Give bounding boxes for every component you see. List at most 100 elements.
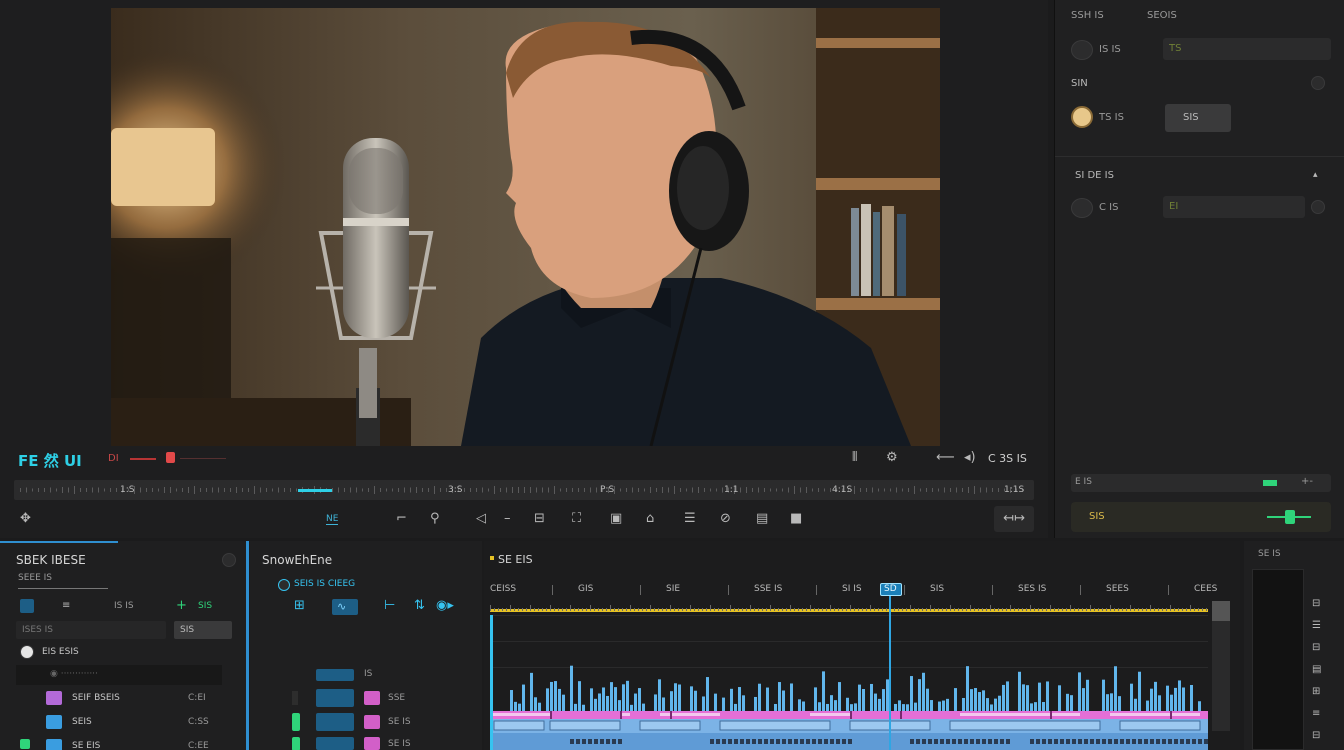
trim-icon[interactable]: ⌐ <box>396 512 407 526</box>
crop-icon[interactable]: ⛶ <box>572 512 581 526</box>
snap-icon[interactable]: ✥ <box>20 512 31 526</box>
audio-clip-lower[interactable] <box>490 733 1208 750</box>
tool-icon-7[interactable]: ⊟ <box>1312 729 1320 743</box>
timeline-ruler-label: SSE IS <box>754 584 783 594</box>
color-swatch-icon[interactable] <box>1071 106 1093 128</box>
list-icon[interactable]: ☰ <box>684 512 696 526</box>
media-tool-label-2[interactable]: SIS <box>198 601 212 611</box>
expand-button[interactable]: ↤↦ <box>994 506 1034 532</box>
wave-button[interactable]: ∿ <box>332 599 358 615</box>
record-icon[interactable] <box>166 452 175 463</box>
audio-clip-blue[interactable] <box>490 719 1208 733</box>
row1-label: IS IS <box>1099 44 1121 55</box>
reset-icon[interactable] <box>1311 200 1325 214</box>
tool-icon-5[interactable]: ⊞ <box>1312 685 1320 699</box>
track-enable-icon[interactable] <box>292 737 300 750</box>
timeline-playhead[interactable] <box>889 596 891 750</box>
timeline-in-marker[interactable] <box>490 615 493 750</box>
panel-resize-handle[interactable] <box>246 541 249 750</box>
audio-bar-handle[interactable] <box>1285 510 1295 524</box>
folder-icon[interactable] <box>20 645 34 659</box>
gear-icon[interactable]: ⚙ <box>886 451 898 465</box>
viewer-panel: FE 然 UI DI ⫴ ⚙ ⟵ ◂) C 3S IS 1:S 3:S P:S … <box>0 0 1048 538</box>
tool-icon-3[interactable]: ⊟ <box>1312 641 1320 655</box>
media-settings-icon[interactable] <box>222 553 236 567</box>
tool-icon-4[interactable]: ▤ <box>1312 663 1321 677</box>
track-enable-icon[interactable] <box>292 713 300 731</box>
check-icon[interactable] <box>20 739 30 749</box>
link-icon[interactable]: ⊘ <box>720 512 731 526</box>
pin-icon[interactable]: ⚲ <box>430 512 440 526</box>
track-color-icon[interactable] <box>364 737 380 750</box>
timeline-title[interactable]: SE EIS <box>498 553 533 566</box>
clock-icon[interactable] <box>1071 198 1093 218</box>
track-button[interactable] <box>316 713 354 731</box>
row2-button[interactable]: SIS <box>1165 104 1231 132</box>
track-button[interactable] <box>316 737 354 750</box>
media-title[interactable]: SBEK IBESE <box>16 553 86 567</box>
home-icon[interactable]: ⌂ <box>646 512 654 526</box>
ruler-separator <box>1168 585 1169 595</box>
split-icon[interactable]: ⫴ <box>852 451 857 465</box>
clip-thumb-icon <box>46 715 62 729</box>
row1-field[interactable]: TS <box>1163 38 1331 60</box>
effects-title[interactable]: SnowEhEne <box>262 553 332 567</box>
audio-waveform[interactable] <box>490 651 1208 711</box>
level-plus-icon[interactable]: +‑ <box>1301 476 1313 487</box>
effects-add-icon[interactable] <box>278 579 290 591</box>
play-circle-icon[interactable]: ◉▸ <box>436 599 454 613</box>
minus-icon[interactable]: – <box>504 512 511 526</box>
media-list-item[interactable]: SEIF BSEIS C:EI <box>16 689 236 709</box>
timeline-playhead-handle[interactable]: SD <box>880 583 902 596</box>
add-icon[interactable]: + <box>176 599 187 613</box>
rewind-icon[interactable]: ◁ <box>476 512 486 526</box>
list-view-icon[interactable]: ≡ <box>62 599 70 613</box>
help-icon[interactable] <box>1311 76 1325 90</box>
audio-clip-pink[interactable] <box>490 711 1208 719</box>
inspector-header-left[interactable]: SSH IS <box>1071 10 1104 21</box>
frame-icon[interactable]: ▣ <box>610 512 622 526</box>
effects-row-label: IS <box>364 669 373 679</box>
track-button[interactable] <box>316 689 354 707</box>
media-tool-label-1[interactable]: IS IS <box>114 601 134 611</box>
level-indicator <box>1263 480 1277 486</box>
marker-icon[interactable]: ⊞ <box>294 599 305 613</box>
row3-field[interactable]: EI <box>1163 196 1305 218</box>
tool-icon-6[interactable]: ≡ <box>1312 707 1320 721</box>
tool-icon-1[interactable]: ⊟ <box>1312 597 1320 611</box>
folder-label[interactable]: EIS ESIS <box>42 647 79 657</box>
settings-icon[interactable] <box>1071 40 1093 60</box>
bed-icon[interactable]: ⊟ <box>534 512 545 526</box>
cut-icon[interactable]: ⊢ <box>384 599 395 613</box>
sort-icon[interactable]: ⇅ <box>414 599 425 613</box>
audio-bar[interactable]: SIS <box>1071 502 1331 532</box>
clip-blue-pattern <box>493 720 1201 731</box>
track-lock-icon[interactable] <box>292 691 298 705</box>
transport-mode[interactable]: NE <box>326 514 339 525</box>
effects-subtitle[interactable]: SEIS IS CIEEG <box>294 579 355 589</box>
grid-view-icon[interactable] <box>20 599 34 613</box>
inspector-header-right[interactable]: SEOIS <box>1147 10 1177 21</box>
scrollbar-thumb[interactable] <box>1212 601 1230 621</box>
video-preview[interactable] <box>111 8 940 446</box>
ruler-separator <box>640 585 641 595</box>
preview-frame <box>111 8 940 446</box>
camera-icon[interactable]: ■ <box>790 512 802 526</box>
collapse-icon[interactable]: ▴ <box>1313 168 1318 182</box>
scrubber-playhead[interactable] <box>298 489 332 492</box>
media-search-input[interactable]: ISES IS <box>16 621 166 639</box>
speaker-icon[interactable]: ◂) <box>964 451 976 465</box>
track-color-icon[interactable] <box>364 715 380 729</box>
track-color-icon[interactable] <box>364 691 380 705</box>
tool-icon-2[interactable]: ☰ <box>1312 619 1321 633</box>
media-item-name: SEIF BSEIS <box>72 693 120 703</box>
media-search-button[interactable]: SIS <box>174 621 232 639</box>
media-item-meta: C:EE <box>188 741 209 750</box>
scrubber-bar[interactable] <box>14 480 1034 500</box>
back-arrow-icon[interactable]: ⟵ <box>936 451 955 465</box>
timeline-scrollbar[interactable] <box>1212 601 1230 731</box>
media-list-item[interactable]: SEIS C:SS <box>16 713 236 733</box>
media-list-item[interactable]: SE EIS C:EE <box>16 737 236 750</box>
timeline-panel: SE EIS CEISS GIS SIE SSE IS SI IS SIS SES IS SE… <box>484 541 1257 750</box>
film-icon[interactable]: ▤ <box>756 512 768 526</box>
